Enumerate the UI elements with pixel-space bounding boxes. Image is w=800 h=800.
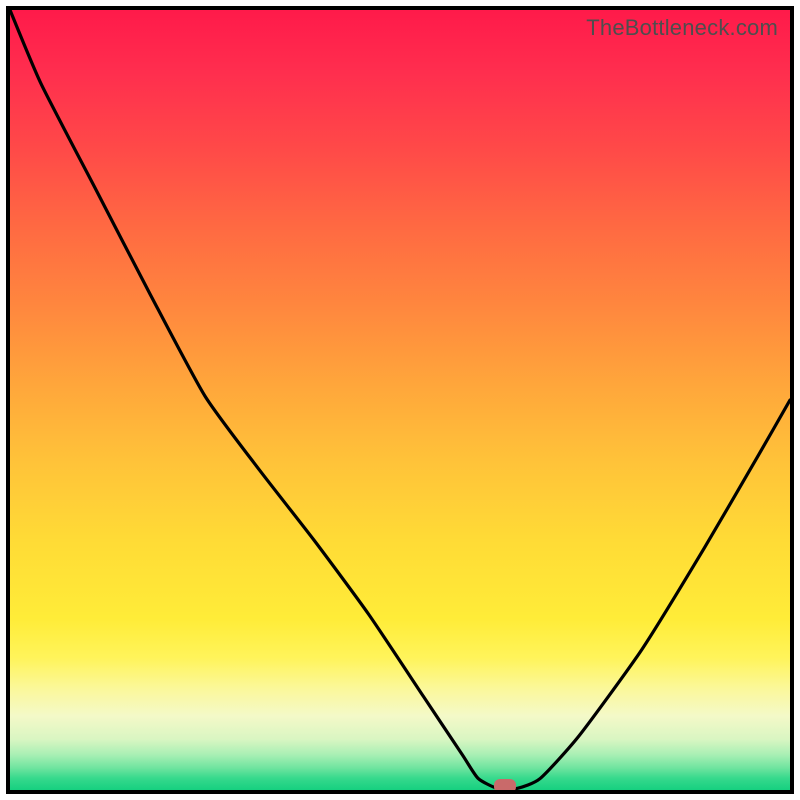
optimum-marker — [494, 779, 516, 793]
watermark-text: TheBottleneck.com — [586, 15, 778, 41]
plot-area: TheBottleneck.com — [10, 10, 790, 790]
chart-frame: TheBottleneck.com — [6, 6, 794, 794]
bottleneck-curve — [10, 10, 790, 790]
